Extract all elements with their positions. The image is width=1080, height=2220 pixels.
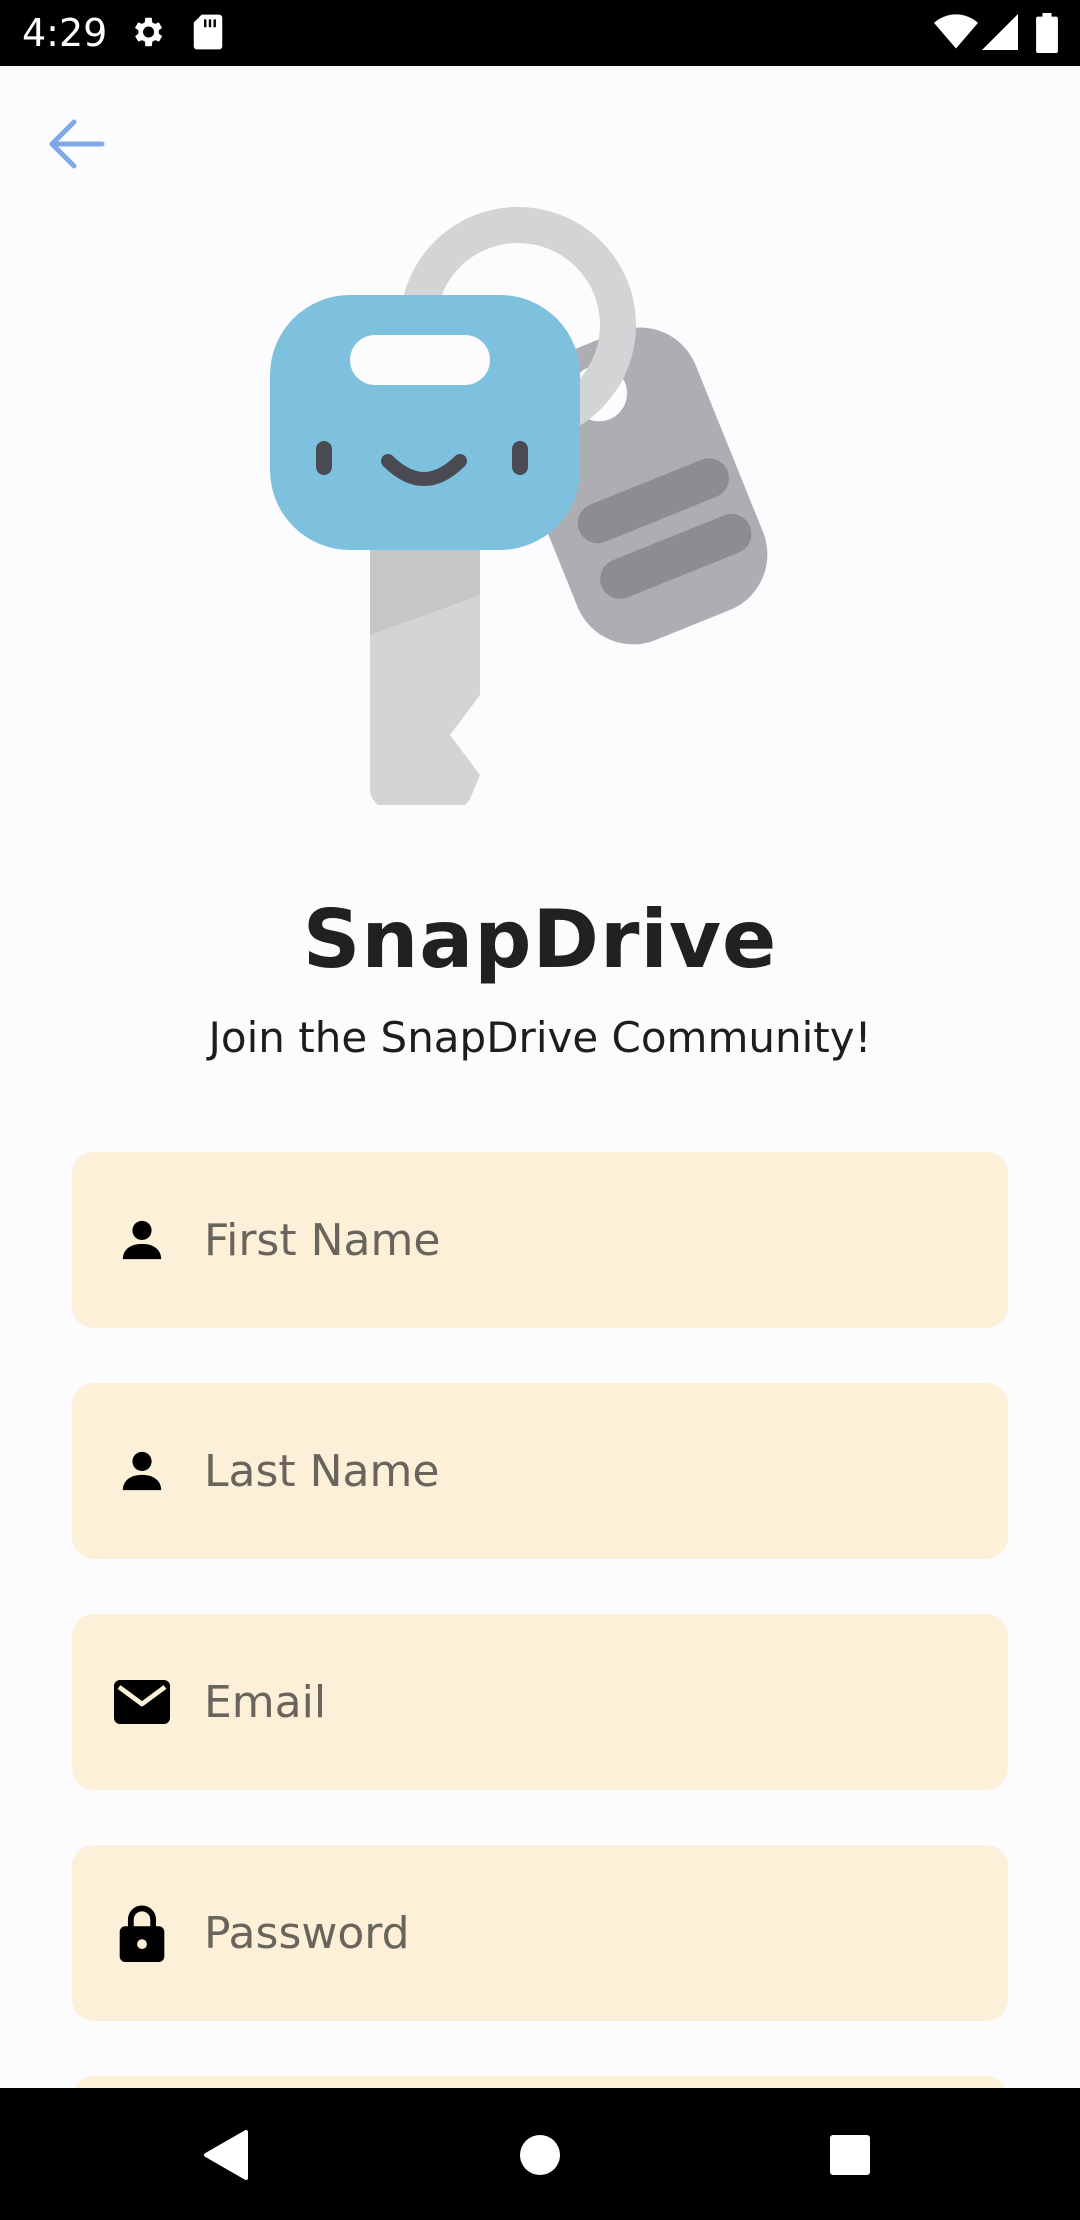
email-field[interactable] [72, 1614, 1008, 1790]
last-name-field[interactable] [72, 1383, 1008, 1559]
back-triangle-icon [204, 2130, 248, 2180]
password-field[interactable] [72, 1845, 1008, 2021]
person-icon [112, 1210, 172, 1270]
home-circle-icon [520, 2135, 560, 2175]
sd-card-icon [192, 13, 224, 53]
first-name-input[interactable] [204, 1152, 964, 1328]
settings-icon [128, 13, 166, 53]
password-input[interactable] [204, 1845, 964, 2021]
battery-icon [1036, 13, 1058, 53]
signup-screen: 4:29 SnapDrive Join the SnapDrive Commun… [0, 0, 1080, 2220]
lock-icon [112, 1903, 172, 1963]
last-name-input[interactable] [204, 1383, 964, 1559]
keys-illustration [250, 195, 830, 810]
arrow-left-icon [49, 119, 105, 169]
nav-back-button[interactable] [182, 2110, 272, 2200]
navigation-bar [0, 2088, 1080, 2220]
back-button[interactable] [36, 104, 116, 184]
nav-home-button[interactable] [495, 2110, 585, 2200]
status-bar: 4:29 [0, 0, 1080, 66]
mail-icon [112, 1672, 172, 1732]
person-icon [112, 1441, 172, 1501]
first-name-field[interactable] [72, 1152, 1008, 1328]
signal-icon [982, 13, 1018, 53]
app-title: SnapDrive [302, 893, 778, 986]
app-subtitle: Join the SnapDrive Community! [208, 1013, 872, 1062]
wifi-icon [934, 13, 978, 53]
recents-square-icon [830, 2135, 870, 2175]
nav-recents-button[interactable] [805, 2110, 895, 2200]
status-time: 4:29 [22, 11, 108, 55]
email-input[interactable] [204, 1614, 964, 1790]
